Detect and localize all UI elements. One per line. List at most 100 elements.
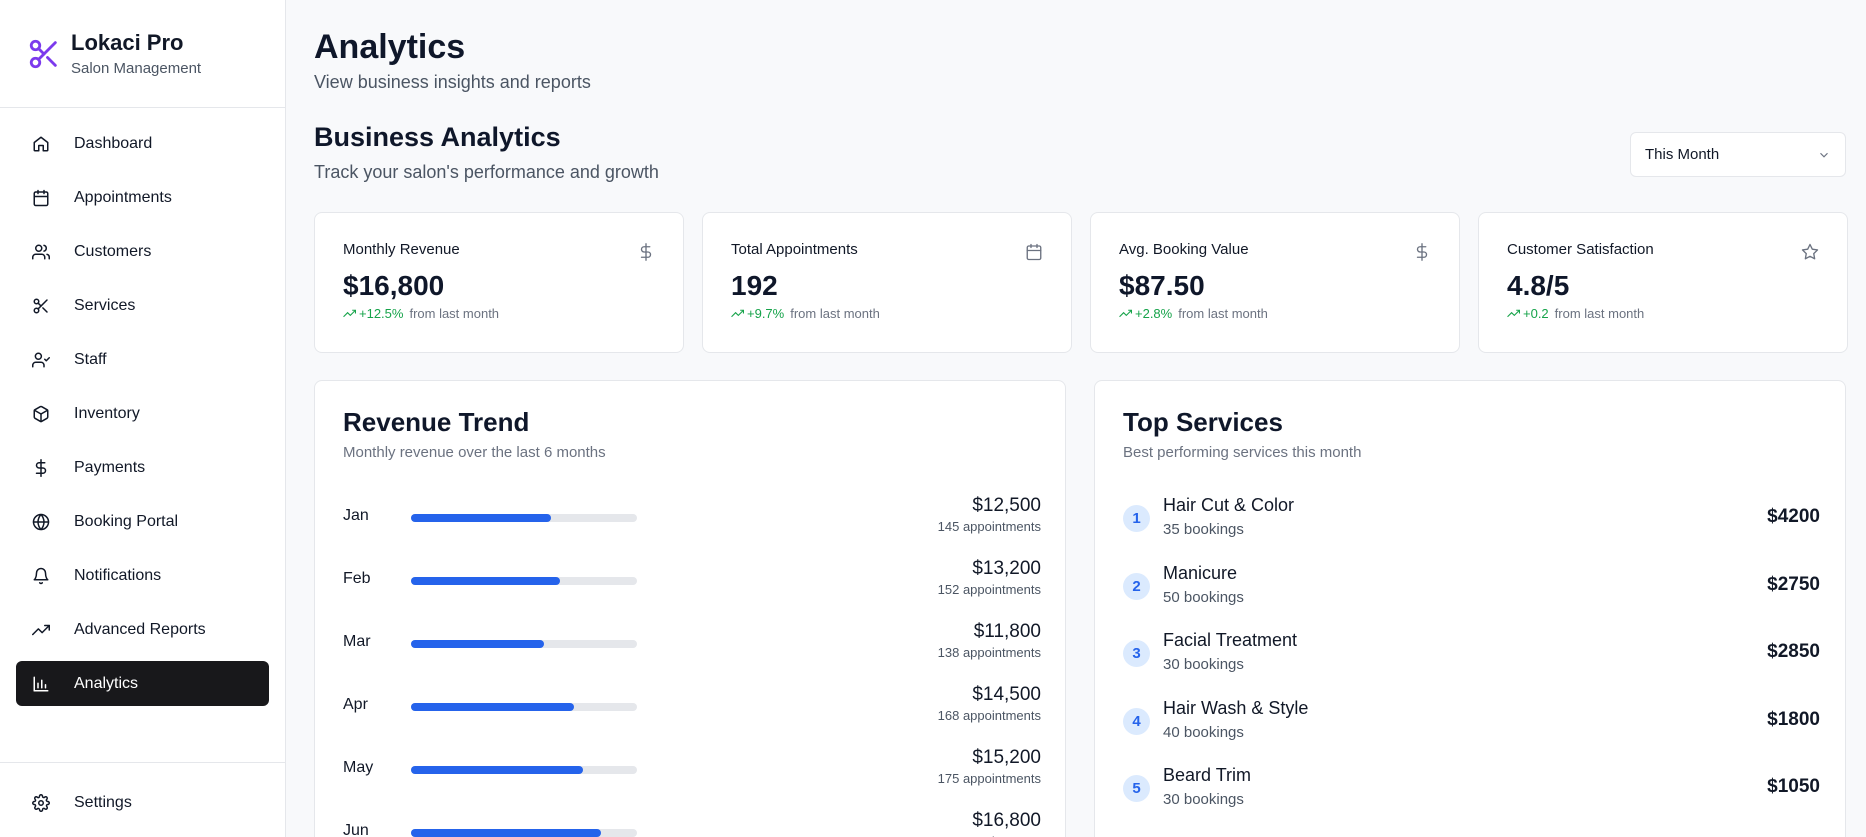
sidebar-item-payments[interactable]: Payments (16, 445, 269, 490)
revenue-trend-panel: Revenue Trend Monthly revenue over the l… (314, 380, 1066, 837)
service-name: Hair Cut & Color (1163, 495, 1295, 515)
sidebar-item-appointments[interactable]: Appointments (16, 175, 269, 220)
stat-change-value: +2.8% (1135, 306, 1173, 321)
stat-card-monthly-revenue: Monthly Revenue $16,800 +12.5% from last… (314, 212, 684, 353)
chevron-down-icon (1820, 152, 1828, 158)
revenue-progress-track (411, 766, 637, 774)
service-revenue: $2850 (1767, 641, 1820, 662)
stat-change: +2.8% from last month (1119, 306, 1431, 321)
star-icon (1801, 243, 1819, 261)
stat-card-total-appointments: Total Appointments 192 +9.7% from last m… (702, 212, 1072, 353)
stat-label: Customer Satisfaction (1507, 241, 1654, 258)
service-rank-badge: 4 (1123, 707, 1150, 735)
stat-change-up: +9.7% (731, 306, 784, 321)
page-subtitle: View business insights and reports (314, 72, 591, 92)
sidebar: Lokaci Pro Salon Management Dashboard Ap… (0, 0, 286, 837)
home-icon (33, 136, 49, 151)
calendar-icon (1025, 243, 1043, 261)
service-row: 3 Facial Treatment 30 bookings $2850 (1123, 630, 1820, 680)
calendar-icon (33, 189, 49, 206)
period-select[interactable]: This Month (1630, 132, 1846, 177)
service-row: 2 Manicure 50 bookings $2750 (1123, 563, 1820, 613)
service-name: Facial Treatment (1163, 630, 1298, 650)
sidebar-item-advanced-reports[interactable]: Advanced Reports (16, 607, 269, 652)
service-revenue: $1050 (1767, 776, 1820, 797)
stat-value: $16,800 (343, 270, 445, 301)
sidebar-item-inventory[interactable]: Inventory (16, 391, 269, 436)
stat-change-up: +0.2 (1507, 306, 1549, 321)
stat-change-value: +0.2 (1523, 306, 1549, 321)
trending-up-icon (1507, 309, 1520, 318)
sidebar-item-booking-portal[interactable]: Booking Portal (16, 499, 269, 544)
stat-label: Avg. Booking Value (1119, 241, 1249, 258)
sidebar-item-customers[interactable]: Customers (16, 229, 269, 274)
revenue-progress-fill (411, 829, 601, 837)
revenue-amount: $15,200 (972, 747, 1041, 768)
sidebar-item-label: Settings (74, 793, 132, 811)
stat-change-value: +9.7% (747, 306, 785, 321)
stat-change: +0.2 from last month (1507, 306, 1819, 321)
sidebar-item-staff[interactable]: Staff (16, 337, 269, 382)
scissors-logo-icon (29, 39, 57, 68)
stat-value: 4.8/5 (1507, 270, 1570, 301)
bell-icon (33, 567, 49, 584)
sidebar-item-services[interactable]: Services (16, 283, 269, 328)
stat-change-up: +2.8% (1119, 306, 1172, 321)
revenue-progress-fill (411, 640, 545, 648)
revenue-month: Feb (343, 570, 371, 587)
service-name: Hair Wash & Style (1163, 697, 1309, 718)
revenue-month: Apr (343, 696, 368, 713)
brand-name: Lokaci Pro (71, 30, 184, 55)
revenue-progress-track (411, 577, 637, 585)
user-check-icon (32, 352, 50, 367)
stat-change: +9.7% from last month (731, 306, 1043, 321)
service-name: Beard Trim (1163, 765, 1252, 785)
stat-change-suffix: from last month (1554, 306, 1645, 321)
sidebar-item-notifications[interactable]: Notifications (16, 553, 269, 598)
revenue-progress-track (411, 640, 637, 648)
dollar-icon (1413, 243, 1431, 261)
stat-label: Monthly Revenue (343, 241, 460, 258)
stat-card-customer-satisfaction: Customer Satisfaction 4.8/5 +0.2 from la… (1478, 212, 1848, 353)
sidebar-divider (0, 762, 286, 763)
sidebar-item-dashboard[interactable]: Dashboard (16, 121, 269, 166)
revenue-progress-fill (411, 703, 574, 711)
revenue-amount: $11,800 (973, 621, 1041, 642)
panel-title: Top Services (1123, 407, 1283, 437)
sidebar-item-label: Notifications (74, 566, 162, 584)
revenue-amount: $14,500 (972, 684, 1041, 705)
panel-subtitle: Best performing services this month (1123, 444, 1362, 461)
bar-chart-icon (33, 676, 49, 691)
sidebar-item-label: Booking Portal (74, 512, 179, 530)
revenue-progress-track (411, 829, 637, 837)
revenue-progress-fill (411, 514, 552, 522)
sidebar-nav: Dashboard Appointments Customers Service… (16, 121, 269, 715)
sidebar-item-analytics[interactable]: Analytics (16, 661, 269, 706)
sidebar-item-label: Payments (74, 458, 146, 476)
stat-value: 192 (731, 270, 778, 301)
service-name: Manicure (1163, 562, 1238, 583)
service-rank-badge: 3 (1123, 640, 1150, 667)
service-revenue: $2750 (1767, 573, 1820, 595)
package-icon (33, 405, 49, 422)
brand-subtitle: Salon Management (71, 60, 202, 77)
sidebar-item-label: Services (74, 296, 136, 314)
revenue-row: May $15,200 175 appointments (343, 747, 1041, 791)
service-row: 5 Beard Trim 30 bookings $1050 (1123, 765, 1820, 815)
revenue-appointments: 145 appointments (937, 519, 1041, 534)
sidebar-item-settings[interactable]: Settings (16, 780, 269, 825)
section-subtitle: Track your salon's performance and growt… (314, 162, 659, 182)
gear-icon (32, 793, 50, 812)
stat-change-suffix: from last month (409, 306, 500, 321)
trending-up-icon (731, 309, 744, 318)
stat-change-suffix: from last month (790, 306, 880, 321)
service-bookings: 30 bookings (1163, 656, 1244, 673)
revenue-progress-fill (411, 766, 583, 774)
trending-up-icon (1119, 309, 1132, 318)
sidebar-item-label: Customers (74, 242, 152, 260)
sidebar-item-label: Dashboard (74, 134, 153, 152)
stat-value: $87.50 (1119, 270, 1205, 301)
revenue-row: Mar $11,800 138 appointments (343, 621, 1041, 665)
sidebar-item-label: Analytics (74, 674, 139, 692)
stat-change: +12.5% from last month (343, 306, 655, 321)
